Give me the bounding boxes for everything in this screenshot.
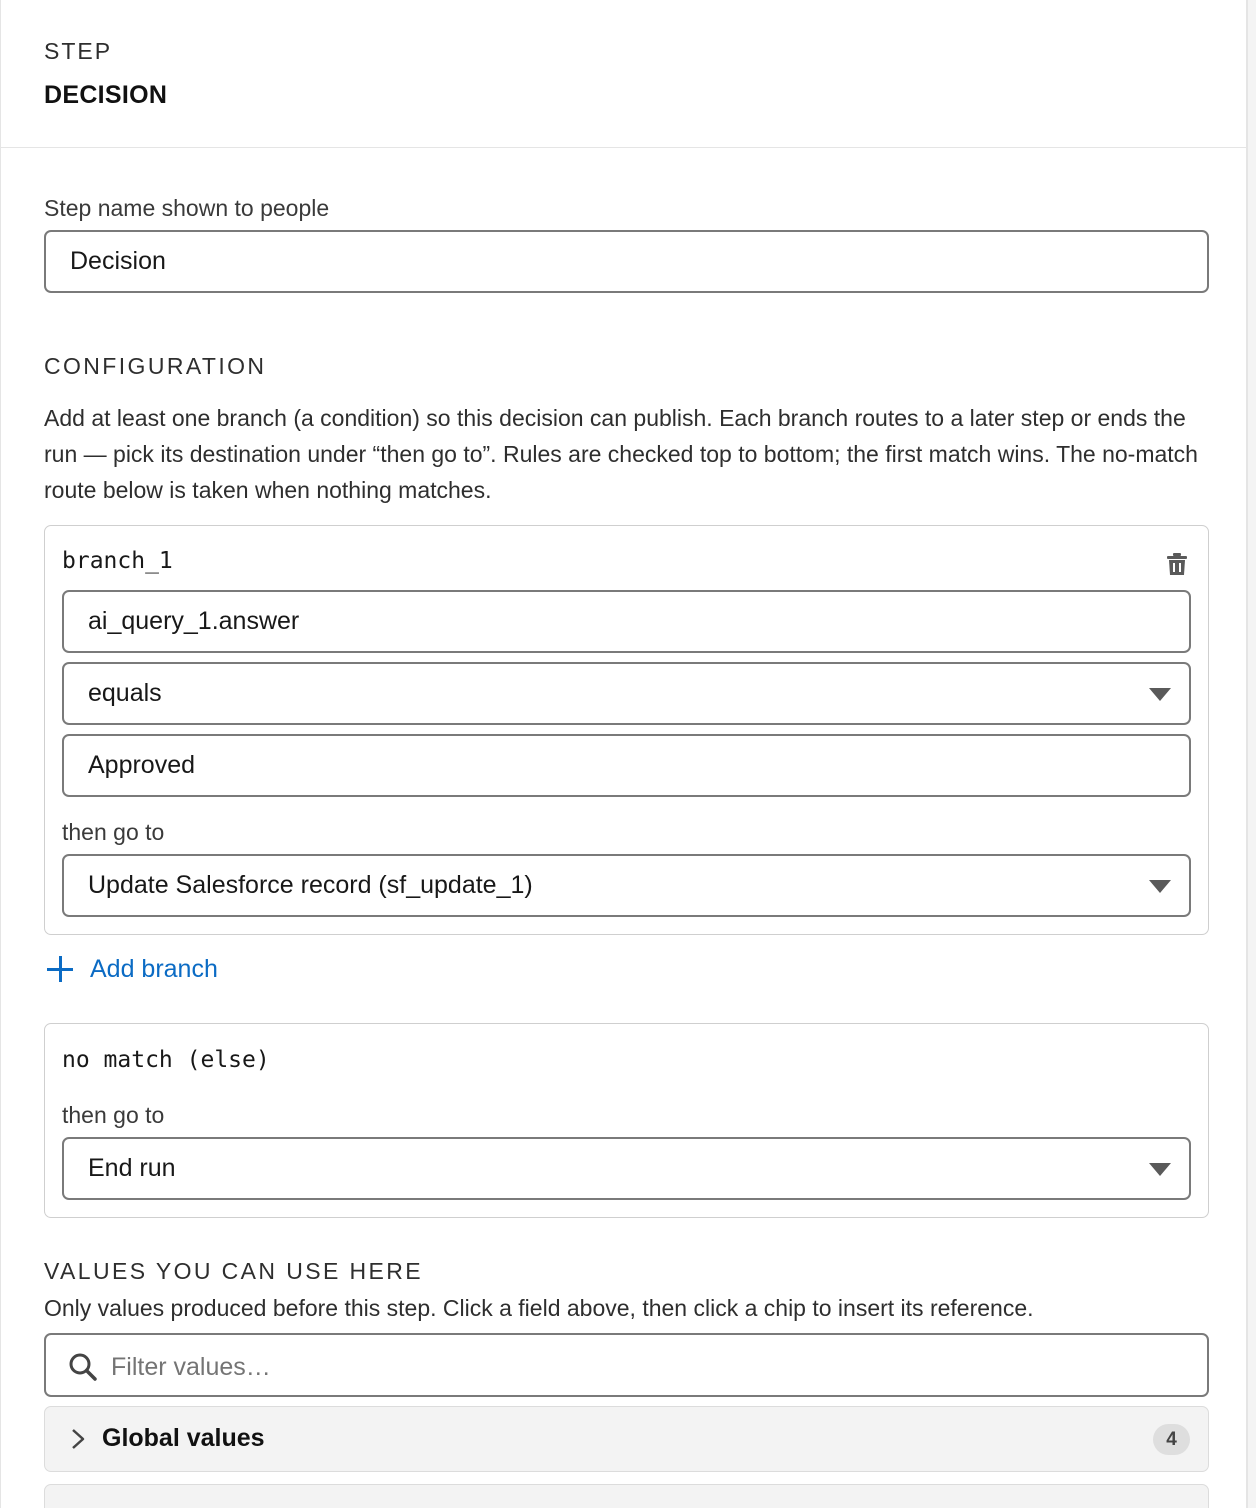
filter-values-input[interactable]: Filter values… xyxy=(44,1333,1209,1397)
step-name-input[interactable]: Decision xyxy=(44,230,1209,293)
dropdown-arrow-icon xyxy=(1149,1163,1171,1176)
branch-name: branch_1 xyxy=(62,548,173,574)
branch-value-text: Approved xyxy=(88,751,196,779)
values-group-partial[interactable] xyxy=(44,1484,1209,1508)
trash-icon[interactable] xyxy=(1166,552,1188,576)
branch-field-input[interactable]: ai_query_1.answer xyxy=(62,590,1191,653)
panel-header: STEP DECISION xyxy=(1,0,1246,148)
scrollbar[interactable] xyxy=(1247,0,1256,1508)
dropdown-arrow-icon xyxy=(1149,688,1171,701)
step-name-value: Decision xyxy=(70,247,166,275)
dropdown-arrow-icon xyxy=(1149,880,1171,893)
add-branch-label: Add branch xyxy=(90,954,218,983)
branch-then-label: then go to xyxy=(62,819,165,845)
plus-icon xyxy=(47,956,73,982)
branch-field-value: ai_query_1.answer xyxy=(88,607,300,635)
global-values-group[interactable]: Global values 4 xyxy=(44,1406,1209,1472)
branch-value-input[interactable]: Approved xyxy=(62,734,1191,797)
add-branch-button[interactable]: Add branch xyxy=(47,952,218,986)
group-count-badge: 4 xyxy=(1153,1424,1190,1455)
values-heading: VALUES YOU CAN USE HERE xyxy=(44,1258,423,1284)
branch-destination-select[interactable]: Update Salesforce record (sf_update_1) xyxy=(62,854,1191,917)
values-hint: Only values produced before this step. C… xyxy=(44,1295,1034,1321)
branch-operator-value: equals xyxy=(88,679,162,707)
panel-eyebrow: STEP xyxy=(44,38,113,64)
configuration-description: Add at least one branch (a condition) so… xyxy=(44,405,1198,503)
branch-destination-value: Update Salesforce record (sf_update_1) xyxy=(88,871,533,899)
else-then-label: then go to xyxy=(62,1102,165,1128)
else-branch-name: no match (else) xyxy=(62,1047,270,1073)
group-title: Global values xyxy=(102,1424,265,1452)
step-name-label: Step name shown to people xyxy=(44,195,330,221)
chevron-right-icon xyxy=(72,1429,85,1449)
panel-title: DECISION xyxy=(44,81,168,109)
filter-values-placeholder: Filter values… xyxy=(111,1353,271,1381)
branch-operator-select[interactable]: equals xyxy=(62,662,1191,725)
else-destination-value: End run xyxy=(88,1154,176,1182)
configuration-heading: CONFIGURATION xyxy=(44,353,267,379)
search-icon xyxy=(69,1353,97,1381)
else-destination-select[interactable]: End run xyxy=(62,1137,1191,1200)
decision-step-panel: STEP DECISION Step name shown to people … xyxy=(0,0,1247,1508)
